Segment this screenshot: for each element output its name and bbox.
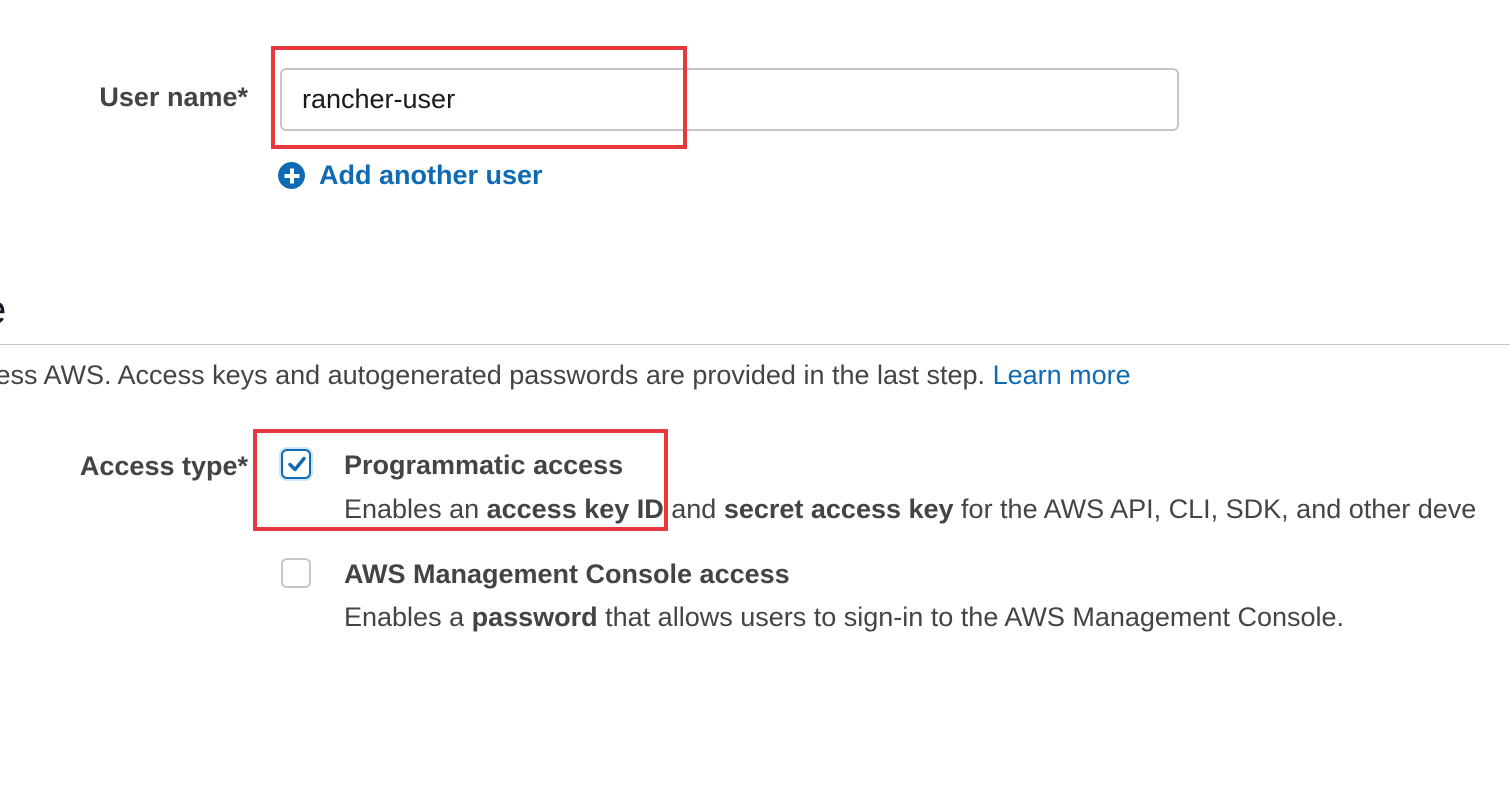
add-another-user-link[interactable]: Add another user bbox=[278, 160, 543, 191]
add-another-user-label: Add another user bbox=[319, 160, 543, 190]
desc-part: that allows users to sign-in to the AWS … bbox=[597, 602, 1345, 632]
access-description-text: cess AWS. Access keys and autogenerated … bbox=[0, 360, 993, 390]
section-divider bbox=[0, 344, 1510, 345]
console-access-checkbox[interactable] bbox=[281, 558, 311, 588]
programmatic-access-checkbox[interactable] bbox=[281, 449, 311, 479]
user-name-label: User name* bbox=[99, 82, 248, 112]
programmatic-access-description: Enables an access key ID and secret acce… bbox=[344, 494, 1476, 525]
user-name-input[interactable] bbox=[280, 68, 1179, 131]
desc-part: Enables a bbox=[344, 602, 472, 632]
access-type-section-title: e bbox=[0, 288, 6, 333]
desc-part: and bbox=[663, 494, 724, 524]
learn-more-link[interactable]: Learn more bbox=[993, 360, 1131, 390]
desc-part: Enables an bbox=[344, 494, 487, 524]
iam-add-user-form: User name* Add another user e cess AWS. … bbox=[0, 0, 1510, 806]
desc-bold-password: password bbox=[471, 602, 598, 632]
plus-circle-icon bbox=[278, 162, 305, 189]
desc-part: for the AWS API, CLI, SDK, and other dev… bbox=[953, 494, 1477, 524]
programmatic-access-title: Programmatic access bbox=[344, 450, 624, 480]
checkmark-icon bbox=[288, 456, 306, 472]
console-access-description: Enables a password that allows users to … bbox=[344, 602, 1344, 633]
desc-bold-access-key-id: access key ID bbox=[486, 494, 664, 524]
console-access-title: AWS Management Console access bbox=[344, 559, 790, 589]
access-type-label: Access type* bbox=[79, 451, 248, 481]
access-description: cess AWS. Access keys and autogenerated … bbox=[0, 360, 1131, 391]
desc-bold-secret-access-key: secret access key bbox=[723, 494, 954, 524]
